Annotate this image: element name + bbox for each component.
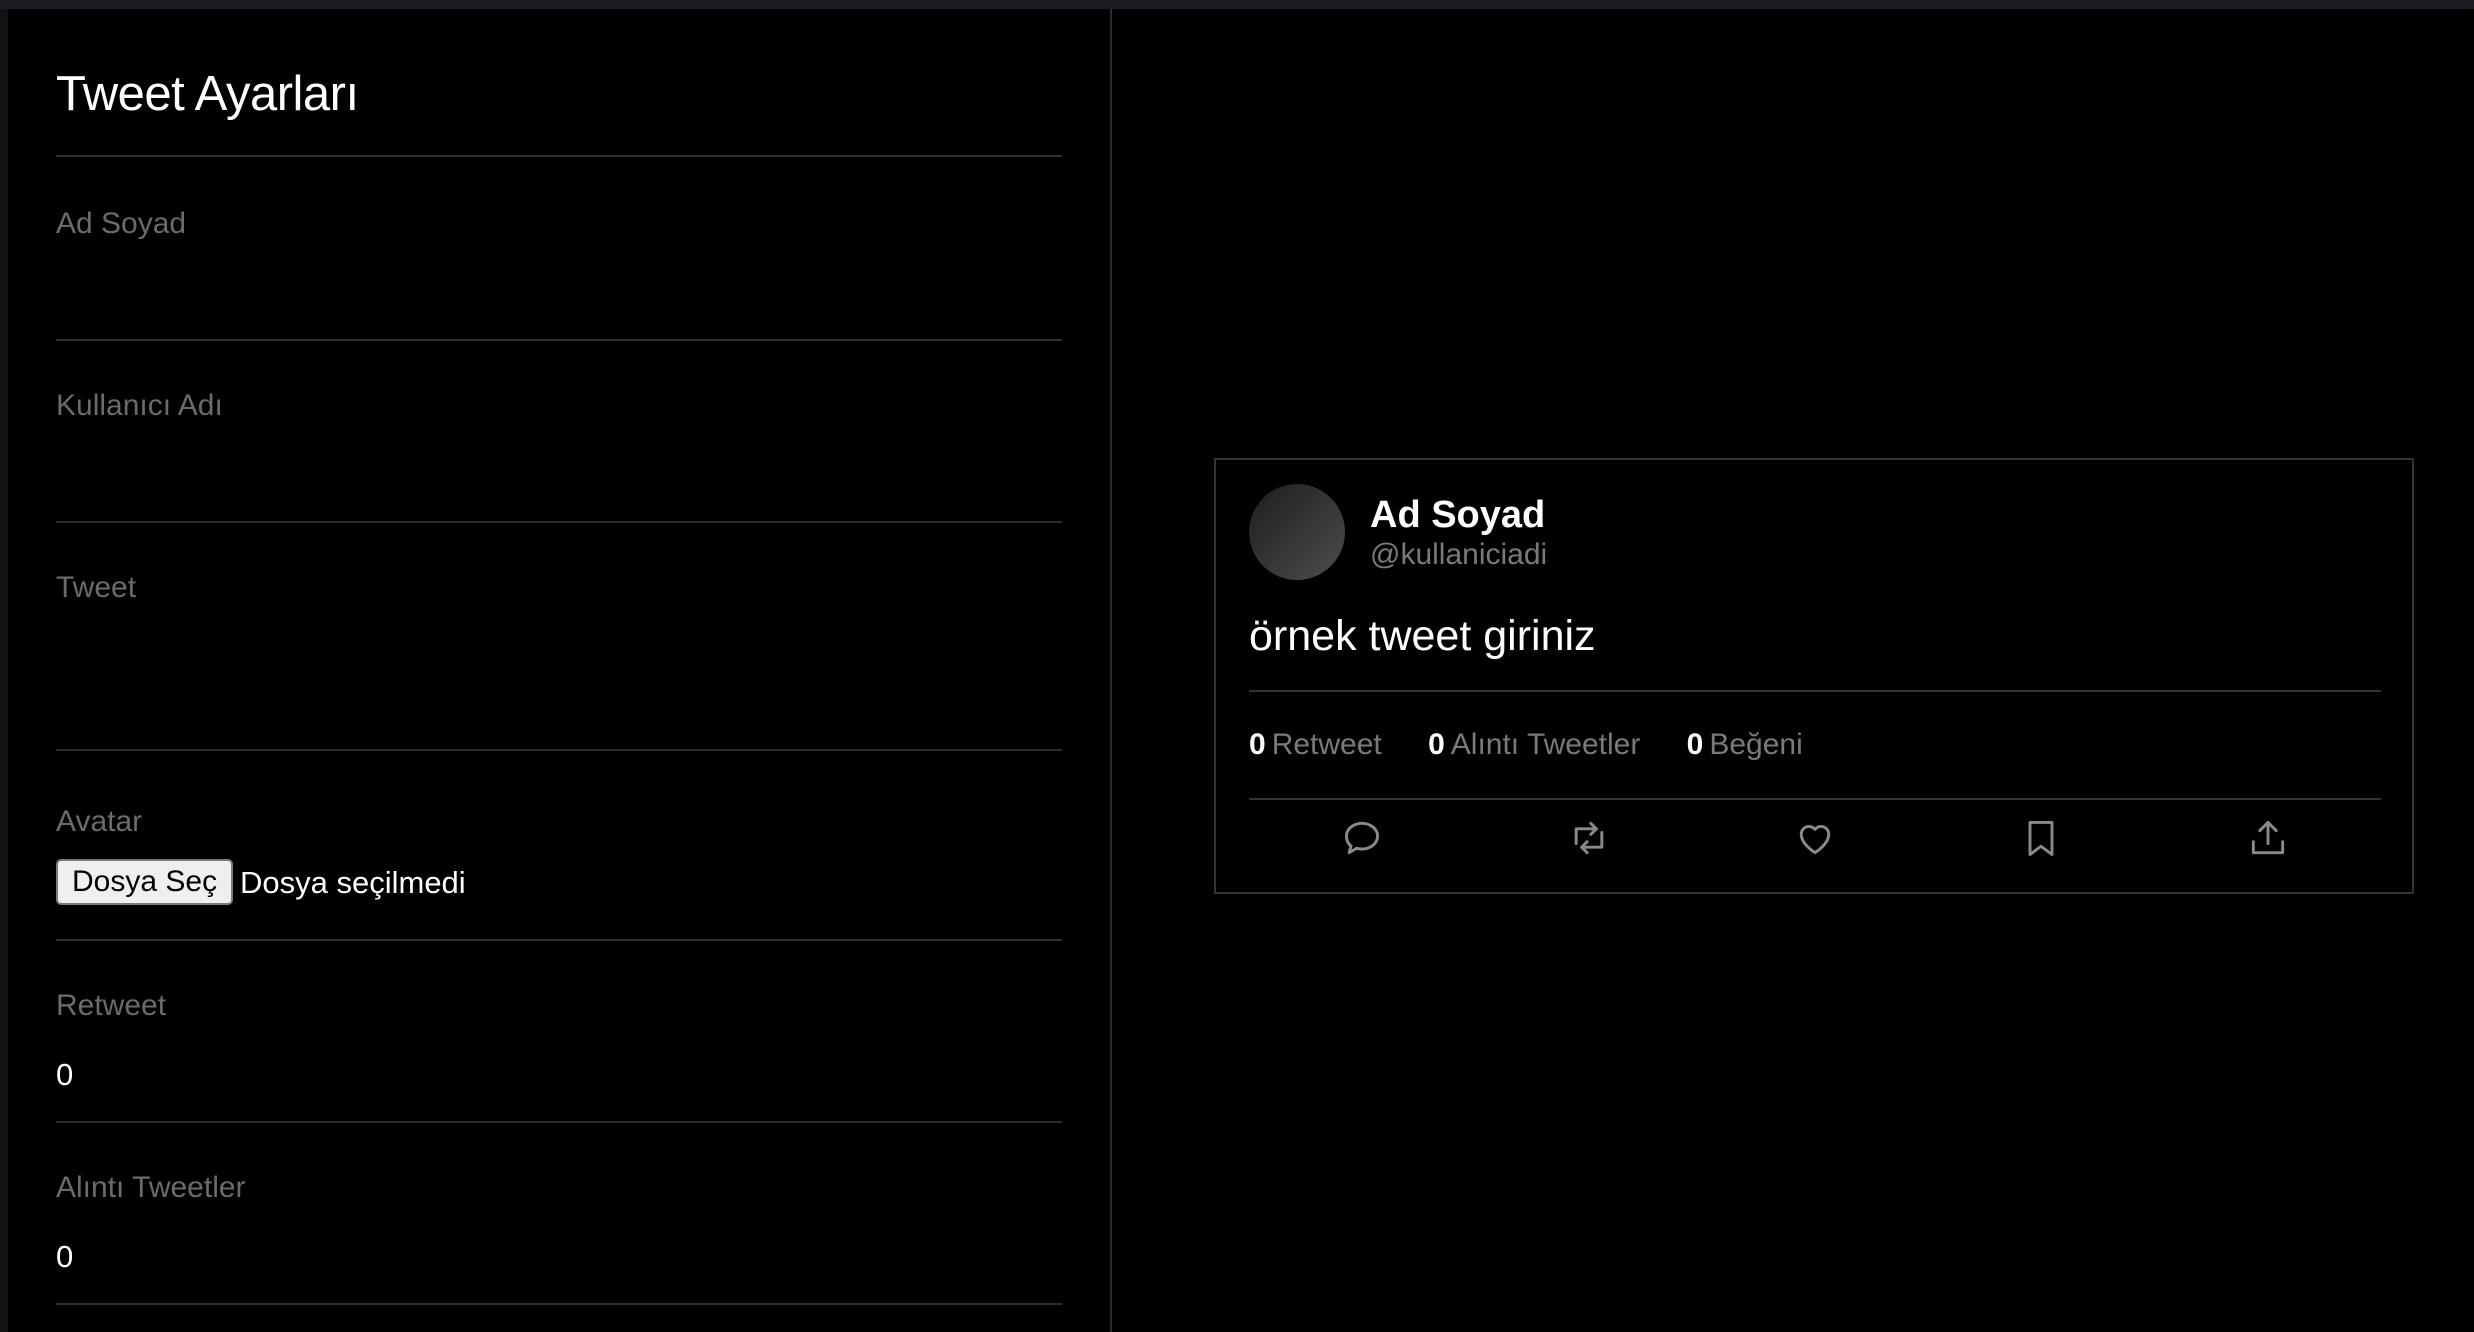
retweet-icon [1574, 821, 1603, 855]
tweet-preview-card: Ad Soyad @kullaniciadi örnek tweet girin… [1214, 458, 2414, 894]
window-top-bar [0, 0, 2474, 9]
quotes-field: Alıntı Tweetler [56, 1123, 1062, 1305]
tweet-stats: 0 Retweet 0 Alıntı Tweetler 0 Beğeni [1249, 728, 1841, 762]
name-field: Ad Soyad [56, 157, 1062, 341]
retweet-stat[interactable]: 0 Retweet [1249, 728, 1382, 762]
preview-handle: @kullaniciadi [1370, 538, 1548, 571]
username-field: Kullanıcı Adı [56, 341, 1062, 523]
stats-divider [1249, 798, 2381, 800]
quotes-input[interactable] [56, 1235, 1056, 1279]
bookmark-icon [2028, 820, 2054, 856]
username-input[interactable] [56, 451, 1056, 495]
name-input[interactable] [56, 269, 1056, 313]
username-label: Kullanıcı Adı [56, 389, 223, 422]
like-stat[interactable]: 0 Beğeni [1687, 728, 1803, 762]
retweet-label: Retweet [56, 989, 167, 1022]
file-status-text: Dosya seçilmedi [240, 865, 466, 900]
quotes-label: Alıntı Tweetler [56, 1171, 246, 1204]
like-count: 0 [1686, 728, 1704, 761]
tweet-settings-panel: Tweet Ayarları Ad Soyad Kullanıcı Adı Tw… [8, 9, 1112, 1332]
share-icon [2251, 820, 2284, 855]
quote-count: 0 [1428, 728, 1445, 761]
window-left-frame [0, 9, 8, 1332]
reply-button[interactable] [1334, 810, 1390, 866]
avatar [1249, 484, 1345, 580]
share-button[interactable] [2240, 810, 2296, 866]
retweet-stat-label: Retweet [1271, 728, 1382, 761]
retweet-field: Retweet [56, 941, 1062, 1123]
reply-icon [1345, 821, 1380, 855]
like-stat-label: Beğeni [1709, 728, 1803, 761]
text-divider [1249, 690, 2381, 692]
preview-tweet-text: örnek tweet giriniz [1249, 612, 1596, 660]
quote-stat[interactable]: 0 Alıntı Tweetler [1428, 728, 1640, 762]
bookmark-button[interactable] [2013, 810, 2069, 866]
tweet-label: Tweet [56, 571, 137, 604]
retweet-input[interactable] [56, 1053, 1056, 1097]
retweet-count: 0 [1249, 728, 1266, 761]
like-icon [1799, 824, 1831, 855]
preview-name: Ad Soyad [1370, 494, 1546, 536]
tweet-actions [1249, 810, 2381, 866]
choose-file-button[interactable]: Dosya Seç [56, 859, 234, 905]
quote-stat-label: Alıntı Tweetler [1450, 728, 1641, 761]
retweet-button[interactable] [1561, 810, 1617, 866]
name-label: Ad Soyad [56, 207, 187, 240]
tweet-input[interactable] [56, 633, 1056, 723]
panel-title: Tweet Ayarları [56, 67, 359, 121]
avatar-field: Avatar Dosya Seç Dosya seçilmedi [56, 751, 1062, 941]
like-button[interactable] [1787, 810, 1843, 866]
tweet-field: Tweet [56, 523, 1062, 751]
